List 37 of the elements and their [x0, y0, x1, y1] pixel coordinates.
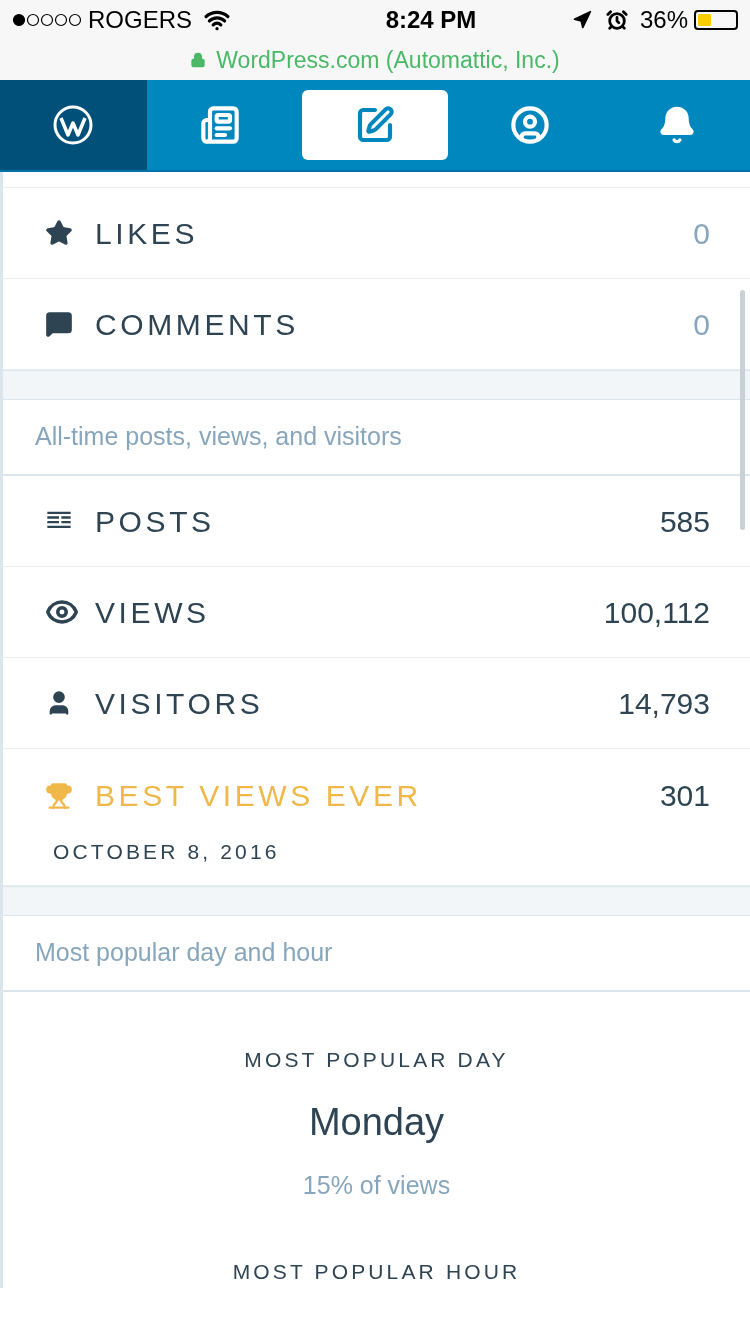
- pencil-icon: [355, 105, 395, 145]
- lock-icon: [190, 52, 207, 68]
- day-share: 15% of views: [302, 1169, 451, 1201]
- popular-hour-label: MOST POPULAR HOUR: [232, 1259, 521, 1285]
- popular-day: Monday: [308, 1093, 445, 1151]
- section-header: All-time posts, views, and visitors: [35, 421, 402, 453]
- signal-icon: [12, 13, 82, 27]
- alarm-icon: [605, 9, 628, 31]
- popular-day-label: MOST POPULAR DAY: [244, 1047, 509, 1073]
- stat-label: VIEWS: [95, 594, 210, 631]
- newspaper-icon: [200, 105, 241, 145]
- nav-tab[interactable]: [301, 90, 449, 160]
- stat-value: 14,793: [618, 685, 710, 722]
- site-address: WordPress.com (Automattic, Inc.): [216, 45, 560, 75]
- battery-percent: 36%: [639, 5, 688, 35]
- battery-icon: [694, 10, 738, 30]
- stat-value: 0: [693, 306, 710, 343]
- stat-label: LIKES: [95, 215, 199, 252]
- stat-value: 301: [659, 778, 710, 814]
- stat-label: POSTS: [95, 503, 215, 540]
- star-icon: [45, 219, 73, 247]
- logo-icon: [53, 105, 94, 145]
- location-icon: [571, 10, 592, 30]
- comment-icon: [45, 310, 73, 338]
- stat-label: VISITORS: [95, 685, 264, 722]
- carrier-name: ROGERS: [88, 5, 192, 35]
- stat-date: OCTOBER 8, 2016: [53, 839, 281, 865]
- stat-label: BEST VIEWS EVER: [95, 778, 422, 814]
- clock-time: 8:24 PM: [384, 5, 477, 35]
- stat-value: 585: [659, 503, 710, 540]
- stat-value: 0: [693, 215, 710, 252]
- nav-tab[interactable]: [0, 80, 147, 170]
- profile-icon: [509, 105, 550, 145]
- trophy-icon: [45, 781, 73, 810]
- stat-value: 100,112: [603, 594, 710, 631]
- stat-label: COMMENTS: [95, 306, 299, 343]
- section-header: Most popular day and hour: [35, 937, 333, 969]
